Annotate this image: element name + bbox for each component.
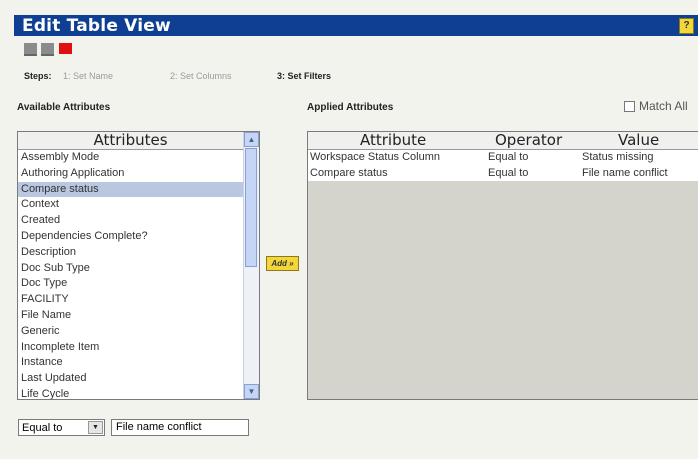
match-all-checkbox[interactable] bbox=[624, 101, 635, 113]
row-value: Status missing bbox=[582, 151, 654, 163]
list-item[interactable]: Doc Type bbox=[18, 276, 243, 292]
list-item[interactable]: Created bbox=[18, 213, 243, 229]
attributes-column-header: Attributes bbox=[18, 132, 243, 150]
step-set-name: 1: Set Name bbox=[63, 71, 114, 81]
operator-select-value: Equal to bbox=[22, 422, 63, 434]
applied-table-header: Attribute Operator Value bbox=[308, 132, 698, 150]
list-item[interactable]: Dependencies Complete? bbox=[18, 229, 243, 245]
steps-label: Steps: bbox=[24, 71, 52, 81]
help-icon[interactable]: ? bbox=[679, 18, 694, 34]
title-bar: Edit Table View ? bbox=[14, 15, 698, 36]
table-row[interactable]: Compare status Equal to File name confli… bbox=[308, 165, 698, 181]
attribute-column-header: Attribute bbox=[360, 131, 427, 149]
list-item[interactable]: File Name bbox=[18, 308, 243, 324]
list-item[interactable]: Context bbox=[18, 197, 243, 213]
step-3-indicator-current bbox=[59, 43, 72, 54]
row-attribute: Compare status bbox=[310, 166, 388, 179]
operator-select[interactable]: Equal to ▼ bbox=[18, 419, 105, 436]
match-all-label: Match All bbox=[639, 99, 688, 113]
list-item[interactable]: Incomplete Item bbox=[18, 340, 243, 356]
row-value: File name conflict bbox=[582, 166, 668, 179]
step-set-columns: 2: Set Columns bbox=[170, 71, 232, 81]
available-attributes-heading: Available Attributes bbox=[17, 102, 111, 113]
list-item[interactable]: FACILITY bbox=[18, 292, 243, 308]
list-item[interactable]: Generic bbox=[18, 324, 243, 340]
row-attribute: Workspace Status Column bbox=[310, 151, 441, 163]
row-operator: Equal to bbox=[488, 151, 529, 163]
row-operator: Equal to bbox=[488, 166, 529, 179]
step-set-filters: 3: Set Filters bbox=[277, 71, 332, 81]
list-item[interactable]: Description bbox=[18, 245, 243, 261]
list-item[interactable]: Authoring Application bbox=[18, 166, 243, 182]
operator-column-header: Operator bbox=[495, 131, 563, 149]
list-item[interactable]: Last Updated bbox=[18, 371, 243, 387]
scroll-up-arrow-icon[interactable]: ▲ bbox=[244, 132, 259, 147]
list-item[interactable]: Instance bbox=[18, 355, 243, 371]
list-item[interactable]: Life Cycle bbox=[18, 387, 243, 399]
filter-value-input[interactable]: File name conflict bbox=[111, 419, 249, 436]
step-1-indicator bbox=[24, 43, 37, 56]
list-item-selected[interactable]: Compare status bbox=[18, 181, 243, 198]
attributes-scrollbar[interactable]: ▲ ▼ bbox=[243, 132, 259, 399]
list-item[interactable]: Doc Sub Type bbox=[18, 261, 243, 277]
scrollbar-thumb[interactable] bbox=[245, 148, 257, 267]
scroll-down-arrow-icon[interactable]: ▼ bbox=[244, 384, 259, 399]
list-item[interactable]: Assembly Mode bbox=[18, 150, 243, 166]
applied-attributes-table: Attribute Operator Value Workspace Statu… bbox=[307, 131, 698, 400]
page-title: Edit Table View bbox=[22, 16, 171, 36]
chevron-down-icon[interactable]: ▼ bbox=[88, 421, 103, 434]
table-row[interactable]: Workspace Status Column Equal to Status … bbox=[308, 150, 698, 166]
value-column-header: Value bbox=[618, 131, 660, 149]
available-attributes-list[interactable]: Attributes Assembly Mode Authoring Appli… bbox=[17, 131, 260, 400]
applied-attributes-heading: Applied Attributes bbox=[307, 102, 394, 113]
match-all-toggle[interactable]: Match All bbox=[624, 99, 688, 113]
step-2-indicator bbox=[41, 43, 54, 56]
add-button[interactable]: Add » bbox=[266, 256, 299, 271]
